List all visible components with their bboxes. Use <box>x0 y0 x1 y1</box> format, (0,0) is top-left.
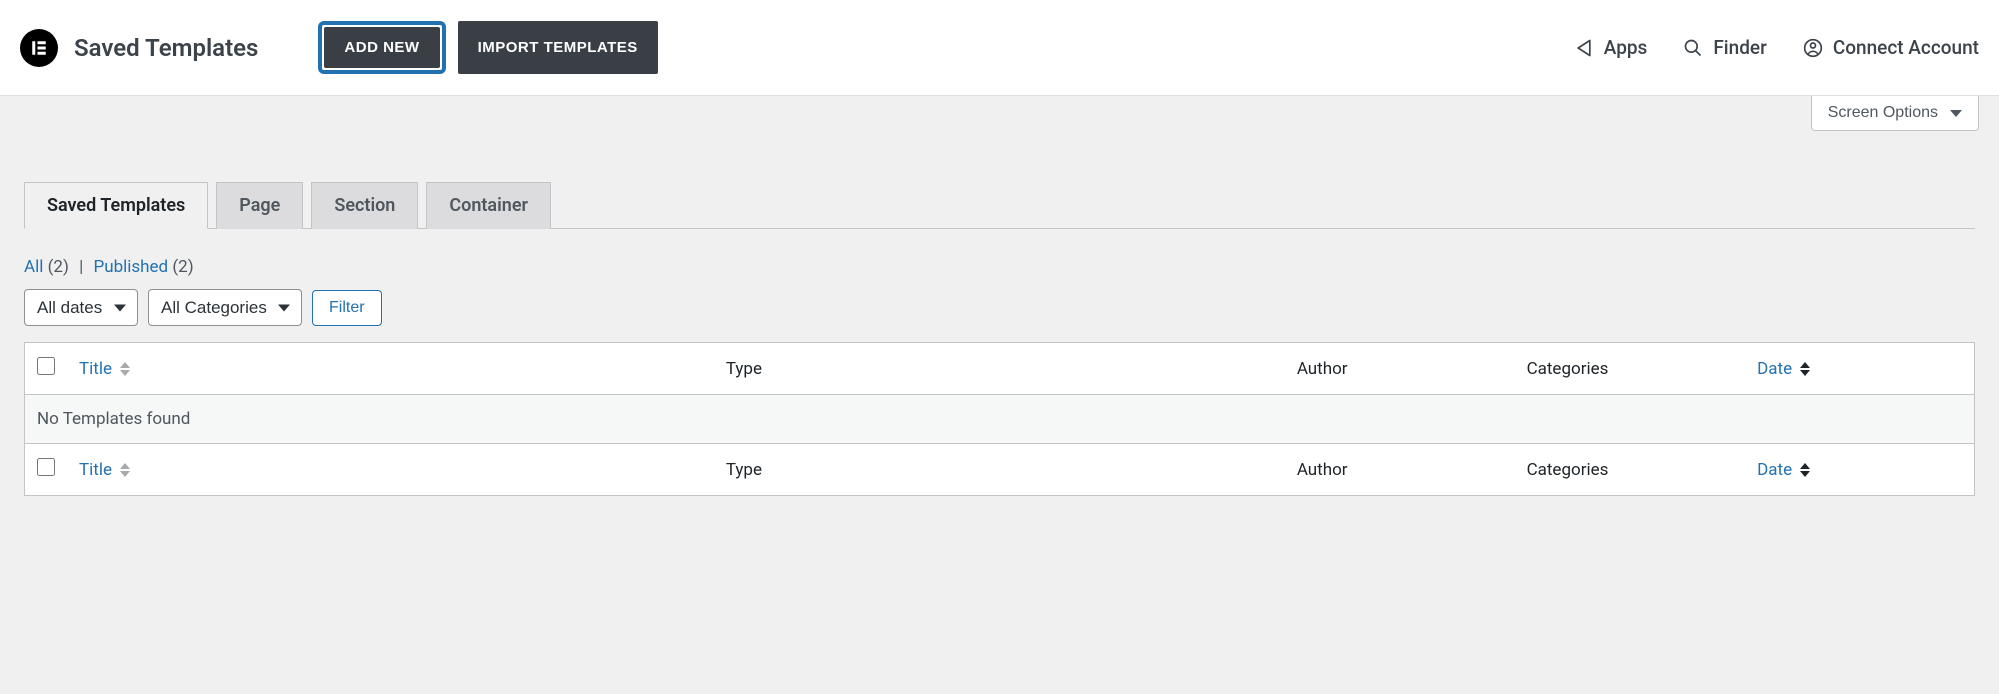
column-date-header[interactable]: Date <box>1745 343 1974 395</box>
filter-all-link[interactable]: All <box>24 257 43 277</box>
column-date-footer[interactable]: Date <box>1745 444 1974 496</box>
column-categories-footer: Categories <box>1515 444 1746 496</box>
tab-page[interactable]: Page <box>216 182 303 229</box>
finder-label: Finder <box>1713 36 1766 59</box>
screen-options-button[interactable]: Screen Options <box>1811 96 1979 131</box>
sort-icon <box>120 463 130 477</box>
screen-options-wrap: Screen Options <box>0 96 1999 131</box>
apps-label: Apps <box>1604 36 1648 59</box>
templates-table: Title Type Author Categories Date No Tem… <box>24 342 1975 496</box>
page-title: Saved Templates <box>74 34 258 62</box>
column-title-header[interactable]: Title <box>67 343 714 395</box>
header-buttons: ADD NEW IMPORT TEMPLATES <box>318 21 657 74</box>
filter-published-count: (2) <box>172 257 193 277</box>
separator: | <box>79 257 83 277</box>
column-title-label: Title <box>79 359 112 379</box>
chevron-down-icon <box>1950 110 1962 117</box>
column-author-header: Author <box>1285 343 1515 395</box>
column-date-label: Date <box>1757 460 1792 480</box>
connect-account-label: Connect Account <box>1833 36 1979 59</box>
filter-button[interactable]: Filter <box>312 290 382 326</box>
column-author-footer: Author <box>1285 444 1515 496</box>
column-type-header: Type <box>714 343 1285 395</box>
column-title-footer[interactable]: Title <box>67 444 714 496</box>
filters-row: All dates All Categories Filter <box>24 289 1975 326</box>
filter-all-count: (2) <box>48 257 69 277</box>
sort-icon <box>1800 362 1810 376</box>
screen-options-label: Screen Options <box>1828 104 1938 122</box>
add-new-highlight: ADD NEW <box>318 21 445 74</box>
column-categories-header: Categories <box>1515 343 1746 395</box>
select-all-checkbox-bottom[interactable] <box>37 458 55 476</box>
subsubsub: All (2) | Published (2) <box>24 257 1975 277</box>
user-icon <box>1803 38 1823 58</box>
tab-section[interactable]: Section <box>311 182 418 229</box>
content-area: Saved Templates Page Section Container A… <box>0 131 1999 520</box>
search-icon <box>1683 38 1703 58</box>
select-all-header <box>25 343 68 395</box>
table-row-empty: No Templates found <box>25 395 1975 444</box>
empty-message: No Templates found <box>25 395 1975 444</box>
filter-published-link[interactable]: Published <box>93 257 168 277</box>
column-type-footer: Type <box>714 444 1285 496</box>
sort-icon <box>120 362 130 376</box>
select-all-checkbox-top[interactable] <box>37 357 55 375</box>
column-title-label: Title <box>79 460 112 480</box>
header-right: Apps Finder Connect Account <box>1574 36 1979 59</box>
top-header: Saved Templates ADD NEW IMPORT TEMPLATES… <box>0 0 1999 96</box>
sort-icon <box>1800 463 1810 477</box>
column-date-label: Date <box>1757 359 1792 379</box>
categories-select[interactable]: All Categories <box>148 289 302 326</box>
finder-link[interactable]: Finder <box>1683 36 1766 59</box>
select-all-footer <box>25 444 68 496</box>
apps-link[interactable]: Apps <box>1574 36 1648 59</box>
connect-account-link[interactable]: Connect Account <box>1803 36 1979 59</box>
add-new-button[interactable]: ADD NEW <box>324 27 439 68</box>
elementor-logo-icon <box>20 29 58 67</box>
import-templates-button[interactable]: IMPORT TEMPLATES <box>458 21 658 74</box>
tabs: Saved Templates Page Section Container <box>24 181 1975 229</box>
dates-select[interactable]: All dates <box>24 289 138 326</box>
tab-saved-templates[interactable]: Saved Templates <box>24 182 208 229</box>
tab-container[interactable]: Container <box>426 182 551 229</box>
apps-icon <box>1574 38 1594 58</box>
